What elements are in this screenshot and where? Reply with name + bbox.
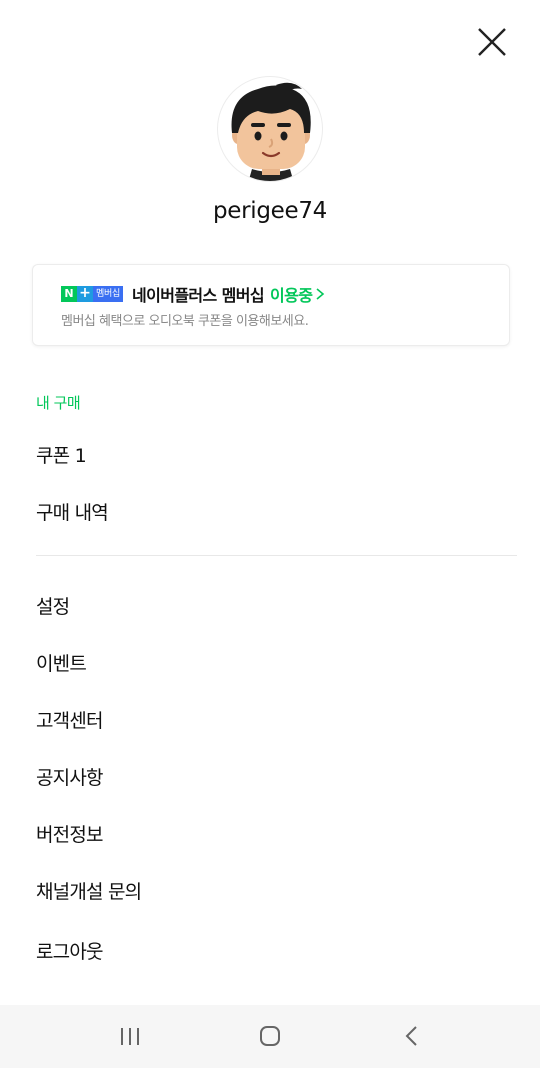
username: perigee74 <box>212 198 328 224</box>
menu-item-notice[interactable]: 공지사항 <box>36 763 104 790</box>
membership-card[interactable]: N + 멤버십 네이버플러스 멤버십 이용중 멤버십 혜택으로 오디오북 쿠폰을… <box>32 264 510 346</box>
menu-item-customer-center[interactable]: 고객센터 <box>36 706 104 733</box>
menu-item-event[interactable]: 이벤트 <box>36 649 87 676</box>
recent-apps-icon <box>121 1028 139 1045</box>
close-icon <box>478 28 506 56</box>
system-nav-bar <box>0 1005 540 1068</box>
menu-item-coupon[interactable]: 쿠폰 1 <box>36 441 87 468</box>
home-button[interactable] <box>250 1021 290 1051</box>
recent-apps-button[interactable] <box>110 1021 150 1051</box>
home-icon <box>260 1026 280 1046</box>
membership-subtitle: 멤버십 혜택으로 오디오북 쿠폰을 이용해보세요. <box>61 314 309 329</box>
naver-n-icon: N <box>61 286 77 302</box>
avatar-icon <box>231 82 311 181</box>
menu-item-version-info[interactable]: 버전정보 <box>36 820 104 847</box>
menu-item-logout[interactable]: 로그아웃 <box>36 937 104 964</box>
menu-item-settings[interactable]: 설정 <box>36 592 70 619</box>
membership-title: 네이버플러스 멤버십 <box>131 286 265 305</box>
badge-label: 멤버십 <box>93 286 123 302</box>
chevron-right-icon <box>316 288 325 300</box>
back-icon <box>405 1026 417 1046</box>
membership-status: 이용중 <box>270 286 313 305</box>
membership-badge: N + 멤버십 <box>61 286 123 302</box>
close-button[interactable] <box>472 22 512 62</box>
profile-section: perigee74 <box>0 76 540 224</box>
menu-item-channel-inquiry[interactable]: 채널개설 문의 <box>36 877 142 904</box>
avatar[interactable] <box>217 76 323 182</box>
divider <box>36 555 517 556</box>
menu-item-purchase-history[interactable]: 구매 내역 <box>36 498 109 525</box>
back-button[interactable] <box>392 1021 432 1051</box>
plus-icon: + <box>77 286 93 302</box>
my-purchase-title: 내 구매 <box>36 394 81 412</box>
